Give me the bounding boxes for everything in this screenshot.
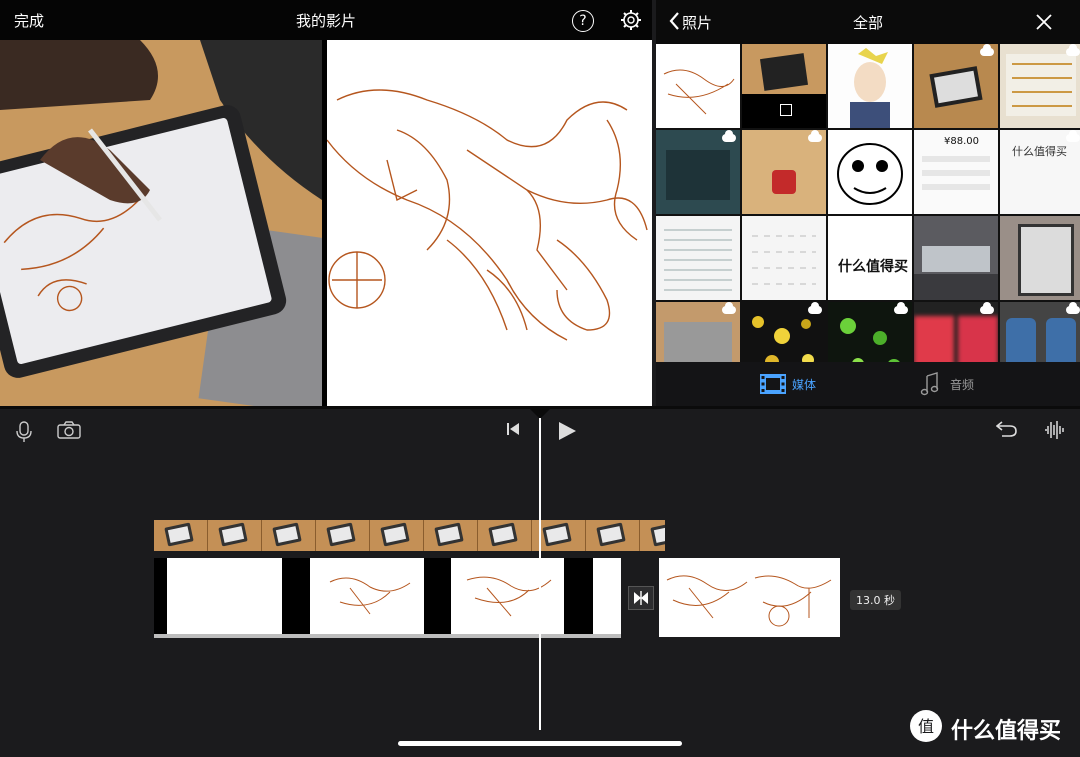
microphone-icon[interactable] [16, 421, 32, 443]
icloud-icon [722, 302, 736, 314]
handwriting-text-bold: 什么值得买 [838, 259, 908, 275]
gear-icon[interactable] [620, 9, 642, 31]
icloud-icon [980, 302, 994, 314]
movie-title: 我的影片 [295, 12, 356, 30]
media-thumbnail[interactable] [656, 216, 740, 300]
playhead[interactable] [539, 418, 541, 730]
icloud-icon [808, 130, 822, 142]
overlay-video-clip[interactable] [154, 520, 665, 551]
icloud-icon [894, 302, 908, 314]
browser-title: 全部 [852, 14, 883, 32]
clip-frame [640, 520, 665, 551]
media-thumbnail[interactable] [828, 44, 912, 128]
media-thumbnail[interactable] [742, 44, 826, 128]
audio-waveform-icon[interactable] [1044, 420, 1066, 440]
icloud-icon [808, 302, 822, 314]
clip-frame [370, 520, 424, 551]
skip-to-start-icon[interactable] [506, 422, 520, 436]
preview-photo-tablet [0, 40, 322, 406]
home-indicator[interactable] [398, 741, 682, 746]
media-thumbnail[interactable] [914, 44, 998, 128]
media-thumbnail[interactable] [656, 130, 740, 214]
media-thumbnail[interactable] [1000, 302, 1080, 362]
watermark-logo-char: 值 [918, 717, 934, 736]
film-strip-icon [760, 374, 786, 394]
close-icon[interactable] [1036, 14, 1052, 30]
media-thumbnail[interactable] [656, 302, 740, 362]
preview-sketch [327, 40, 652, 406]
clip-frame [316, 520, 370, 551]
clip-frame [593, 558, 621, 634]
media-thumbnail[interactable] [914, 302, 998, 362]
tab-media-label: 媒体 [792, 378, 817, 392]
music-note-icon [920, 372, 939, 396]
media-thumbnail[interactable] [1000, 216, 1080, 300]
clip-audio-track [154, 634, 621, 638]
second-video-clip[interactable] [659, 558, 840, 637]
tab-audio[interactable]: 音频 [920, 372, 1000, 396]
media-thumbnail[interactable] [742, 216, 826, 300]
clip-frame [208, 520, 262, 551]
media-thumbnail[interactable]: 什么值得买 [828, 216, 912, 300]
clip-frame [451, 558, 564, 634]
main-video-clip[interactable] [154, 558, 621, 637]
transition-icon[interactable] [628, 586, 654, 610]
media-thumbnail[interactable]: 什么值得买 [1000, 130, 1080, 214]
media-browser: 照片 全部 ¥88.00 什么值得买 什么值得买 媒体 音频 [656, 0, 1080, 406]
media-thumbnail[interactable] [828, 130, 912, 214]
viewer-toolbar: 完成 我的影片 ? [0, 0, 652, 40]
media-thumbnail[interactable] [656, 44, 740, 128]
media-tab-bar: 媒体 音频 [656, 362, 1080, 406]
clip-frame [586, 520, 640, 551]
icloud-icon [722, 130, 736, 142]
watermark-text: 什么值得买 [951, 719, 1062, 744]
icloud-icon [1066, 302, 1080, 314]
icloud-icon [1066, 44, 1080, 56]
handwriting-text: 什么值得买 [1012, 145, 1067, 158]
tab-audio-label: 音频 [950, 378, 975, 392]
clip-frame [167, 558, 282, 634]
media-thumbnail[interactable] [742, 302, 826, 362]
clip-frame [154, 520, 208, 551]
watermark-logo: 值 [910, 710, 942, 742]
clip-duration-badge: 13.0 秒 [850, 590, 901, 610]
media-thumbnail[interactable] [914, 216, 998, 300]
clip-frame [478, 520, 532, 551]
media-thumbnail[interactable] [828, 302, 912, 362]
media-thumbnail[interactable] [742, 130, 826, 214]
camera-icon[interactable] [57, 421, 81, 439]
help-icon[interactable]: ? [572, 10, 594, 32]
browser-header: 照片 全部 [656, 0, 1080, 44]
clip-frame [310, 558, 424, 634]
clip-frame [262, 520, 316, 551]
icloud-icon [1066, 130, 1080, 142]
tab-media[interactable]: 媒体 [760, 372, 840, 396]
clip-frame [424, 520, 478, 551]
media-thumbnail-grid: ¥88.00 什么值得买 什么值得买 [656, 44, 1080, 362]
media-thumbnail[interactable]: ¥88.00 [914, 130, 998, 214]
price-text: ¥88.00 [944, 136, 979, 147]
play-icon[interactable] [557, 421, 577, 441]
video-preview[interactable] [0, 40, 652, 406]
icloud-icon [980, 44, 994, 56]
media-thumbnail[interactable] [1000, 44, 1080, 128]
undo-icon[interactable] [996, 420, 1018, 438]
